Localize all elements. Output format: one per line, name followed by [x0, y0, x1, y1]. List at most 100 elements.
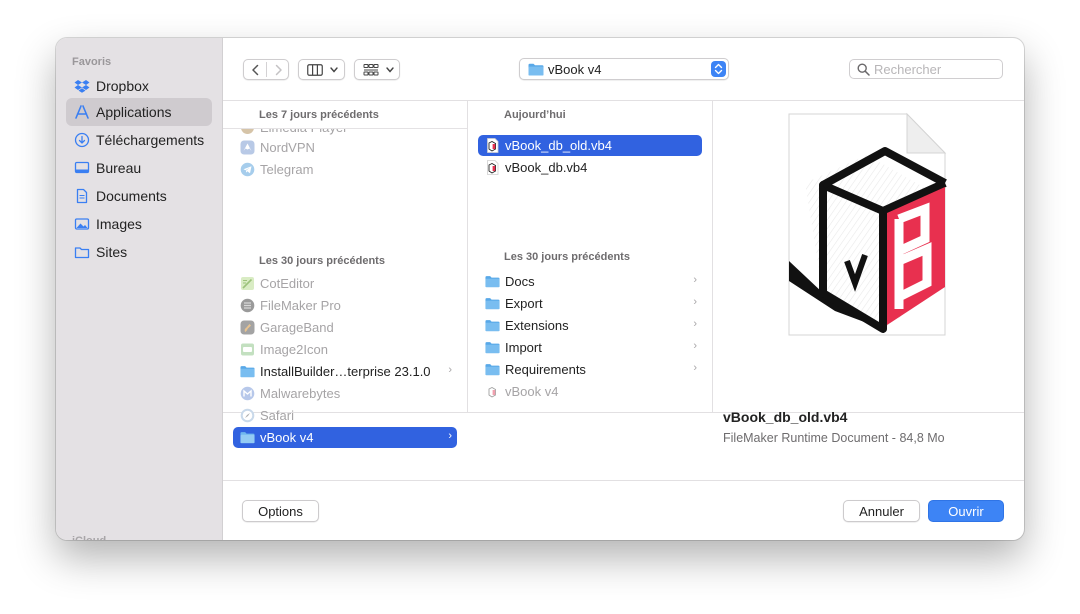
open-file-dialog: Favoris Dropbox Applications Téléchargem…	[56, 38, 1024, 540]
list-item-label: GarageBand	[260, 320, 334, 335]
up-down-arrows-icon	[714, 63, 723, 75]
sites-folder-icon	[74, 247, 90, 259]
list-item[interactable]: Image2Icon	[233, 339, 457, 360]
documents-icon	[76, 188, 88, 204]
list-item[interactable]: Import ›	[478, 337, 702, 358]
search-field[interactable]	[849, 59, 1003, 79]
list-item-label: CotEditor	[260, 276, 315, 291]
vbook-document-preview	[788, 112, 947, 336]
list-item-label: Image2Icon	[260, 342, 328, 357]
sidebar-item-sites[interactable]: Sites	[66, 238, 212, 266]
chevron-right-icon: ›	[693, 362, 697, 374]
list-item[interactable]: Safari	[233, 405, 457, 426]
options-button[interactable]: Options	[242, 500, 319, 522]
images-icon	[74, 218, 90, 230]
folder-icon	[528, 63, 544, 76]
section-header-7-days: Les 7 jours précédents	[259, 109, 379, 121]
chevron-right-icon: ›	[693, 274, 697, 286]
sidebar-item-label: Dropbox	[96, 78, 149, 94]
search-input[interactable]	[874, 61, 994, 77]
folder-icon	[485, 298, 500, 310]
list-item-label: FileMaker Pro	[260, 298, 341, 313]
list-item[interactable]: Telegram	[233, 159, 457, 180]
section-header-today: Aujourd’hui	[504, 109, 566, 121]
list-item-label: Malwarebytes	[260, 386, 341, 401]
chevron-down-icon	[386, 67, 394, 73]
open-button[interactable]: Ouvrir	[928, 500, 1004, 522]
sidebar-item-label: Images	[96, 216, 142, 232]
view-mode-button[interactable]	[298, 59, 345, 80]
sidebar-item-dropbox[interactable]: Dropbox	[66, 72, 212, 100]
sidebar-item-downloads[interactable]: Téléchargements	[66, 126, 212, 154]
list-item-label: Import	[505, 340, 542, 355]
chevron-right-icon	[275, 64, 282, 76]
list-item[interactable]: FileMaker Pro	[233, 295, 457, 316]
sidebar-item-documents[interactable]: Documents	[66, 182, 212, 210]
column-browser: Elmedia Player Les 7 jours précédents No…	[223, 100, 1024, 448]
popup-stepper	[711, 61, 726, 77]
vb4-file-icon	[488, 386, 496, 398]
section-header-background: Les 7 jours précédents	[223, 101, 467, 129]
sidebar-item-label: Sites	[96, 244, 128, 260]
search-icon	[857, 63, 870, 76]
list-item-label: InstallBuilder…terprise 23.1.0	[260, 364, 431, 379]
column-vbook-v4: Aujourd’hui vBook_db_old.vb4 vBook_db.vb…	[468, 101, 713, 412]
sidebar-item-label: Applications	[96, 104, 172, 120]
folder-icon	[485, 276, 500, 288]
list-item[interactable]: Extensions ›	[478, 315, 702, 336]
list-item-selected[interactable]: vBook_db_old.vb4	[478, 135, 702, 156]
group-by-button[interactable]	[354, 59, 400, 80]
list-item[interactable]: vBook_db.vb4	[478, 157, 702, 178]
desktop-icon	[74, 161, 90, 174]
sidebar-item-images[interactable]: Images	[66, 210, 212, 238]
list-item-label: Extensions	[505, 318, 569, 333]
list-item-label: Requirements	[505, 362, 586, 377]
nordvpn-app-icon	[240, 140, 255, 155]
back-button[interactable]	[244, 60, 267, 79]
chevron-right-icon: ›	[693, 296, 697, 308]
chevron-right-icon: ›	[448, 364, 452, 376]
cancel-button[interactable]: Annuler	[843, 500, 920, 522]
column-applications: Elmedia Player Les 7 jours précédents No…	[223, 101, 468, 448]
back-forward-control	[243, 59, 289, 80]
folder-icon	[485, 342, 500, 354]
dropbox-icon	[74, 80, 90, 93]
sidebar-item-desktop[interactable]: Bureau	[66, 154, 212, 182]
list-item-label: Safari	[260, 408, 294, 423]
list-item-selected[interactable]: vBook v4 ›	[233, 427, 457, 448]
location-popup[interactable]: vBook v4	[519, 58, 729, 80]
folder-icon	[485, 320, 500, 332]
list-item[interactable]: NordVPN	[233, 137, 457, 158]
telegram-app-icon	[240, 162, 255, 177]
forward-button[interactable]	[267, 60, 289, 79]
list-item[interactable]: InstallBuilder…terprise 23.1.0 ›	[233, 361, 457, 382]
list-item-label: vBook v4	[505, 384, 559, 399]
chevron-right-icon: ›	[693, 340, 697, 352]
list-item[interactable]: vBook v4	[478, 381, 702, 402]
folder-icon	[240, 432, 255, 444]
list-item[interactable]: Requirements ›	[478, 359, 702, 380]
sidebar-item-label: Téléchargements	[96, 132, 205, 148]
downloads-icon	[74, 132, 90, 148]
sidebar-item-applications[interactable]: Applications	[66, 98, 212, 126]
preview-pane: vBook_db_old.vb4 FileMaker Runtime Docum…	[713, 101, 1024, 445]
preview-kind-size: FileMaker Runtime Document - 84,8 Mo	[723, 431, 945, 445]
chevron-right-icon: ›	[448, 430, 452, 442]
list-item[interactable]: Malwarebytes	[233, 383, 457, 404]
list-item-label: vBook_db.vb4	[505, 160, 588, 175]
columns-view-icon	[307, 64, 323, 76]
list-item[interactable]: Export ›	[478, 293, 702, 314]
list-item-label: Docs	[505, 274, 535, 289]
section-header-30-days: Les 30 jours précédents	[259, 255, 385, 267]
vb4-file-icon	[487, 138, 499, 153]
malwarebytes-app-icon	[240, 386, 255, 401]
dialog-footer: Options Annuler Ouvrir	[223, 480, 1024, 540]
preview-filename: vBook_db_old.vb4	[723, 409, 848, 425]
list-item-label: Export	[505, 296, 543, 311]
list-item[interactable]: CotEditor	[233, 273, 457, 294]
list-item[interactable]: GarageBand	[233, 317, 457, 338]
toolbar: vBook v4	[223, 38, 1024, 100]
list-item-label: vBook_db_old.vb4	[505, 138, 612, 153]
list-item-label: NordVPN	[260, 140, 315, 155]
list-item[interactable]: Docs ›	[478, 271, 702, 292]
